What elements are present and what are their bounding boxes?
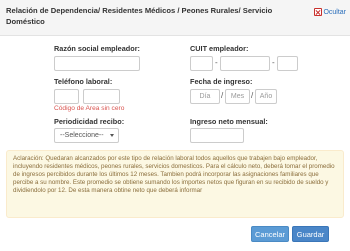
telefono-error: Código de Area sin cero <box>54 105 125 112</box>
razon-social-label: Razón social empleador: <box>54 44 140 53</box>
fecha-separator-2: / <box>251 91 254 100</box>
cuit-dash-1: - <box>215 58 218 67</box>
panel-title: Relación de Dependencia/ Residentes Médi… <box>6 6 273 26</box>
info-note-text: Aclaración: Quedaran alcanzados por este… <box>13 155 335 195</box>
fecha-ingreso-label: Fecha de ingreso: <box>190 77 253 86</box>
cuit-part1-input[interactable] <box>190 56 213 71</box>
telefono-label: Teléfono laboral: <box>54 77 113 86</box>
save-button[interactable]: Guardar <box>292 226 329 242</box>
form-panel: Relación de Dependencia/ Residentes Médi… <box>0 0 350 251</box>
periodicidad-selected-value: --Seleccione-- <box>60 132 104 139</box>
info-note: Aclaración: Quedaran alcanzados por este… <box>6 150 344 218</box>
fecha-anio-input[interactable]: Año <box>255 89 277 104</box>
cuit-label: CUIT empleador: <box>190 44 249 53</box>
close-icon <box>314 8 323 16</box>
cuit-part3-input[interactable] <box>277 56 298 71</box>
fecha-separator-1: / <box>221 91 224 100</box>
ingreso-neto-label: Ingreso neto mensual: <box>190 117 268 126</box>
telefono-numero-input[interactable] <box>83 89 120 104</box>
periodicidad-select[interactable]: --Seleccione-- <box>54 128 119 143</box>
fecha-mes-input[interactable]: Mes <box>225 89 250 104</box>
hide-link[interactable]: Ocultar <box>314 7 346 17</box>
cancel-button[interactable]: Cancelar <box>251 226 289 242</box>
fecha-dia-input[interactable]: Día <box>190 89 220 104</box>
hide-label: Ocultar <box>323 8 346 16</box>
chevron-down-icon <box>110 134 114 137</box>
panel-header: Relación de Dependencia/ Residentes Médi… <box>0 0 350 36</box>
telefono-area-input[interactable] <box>54 89 79 104</box>
periodicidad-label: Periodicidad recibo: <box>54 117 125 126</box>
ingreso-neto-input[interactable] <box>190 128 244 143</box>
razon-social-input[interactable] <box>54 56 140 71</box>
cuit-part2-input[interactable] <box>220 56 270 71</box>
cuit-dash-2: - <box>272 58 275 67</box>
